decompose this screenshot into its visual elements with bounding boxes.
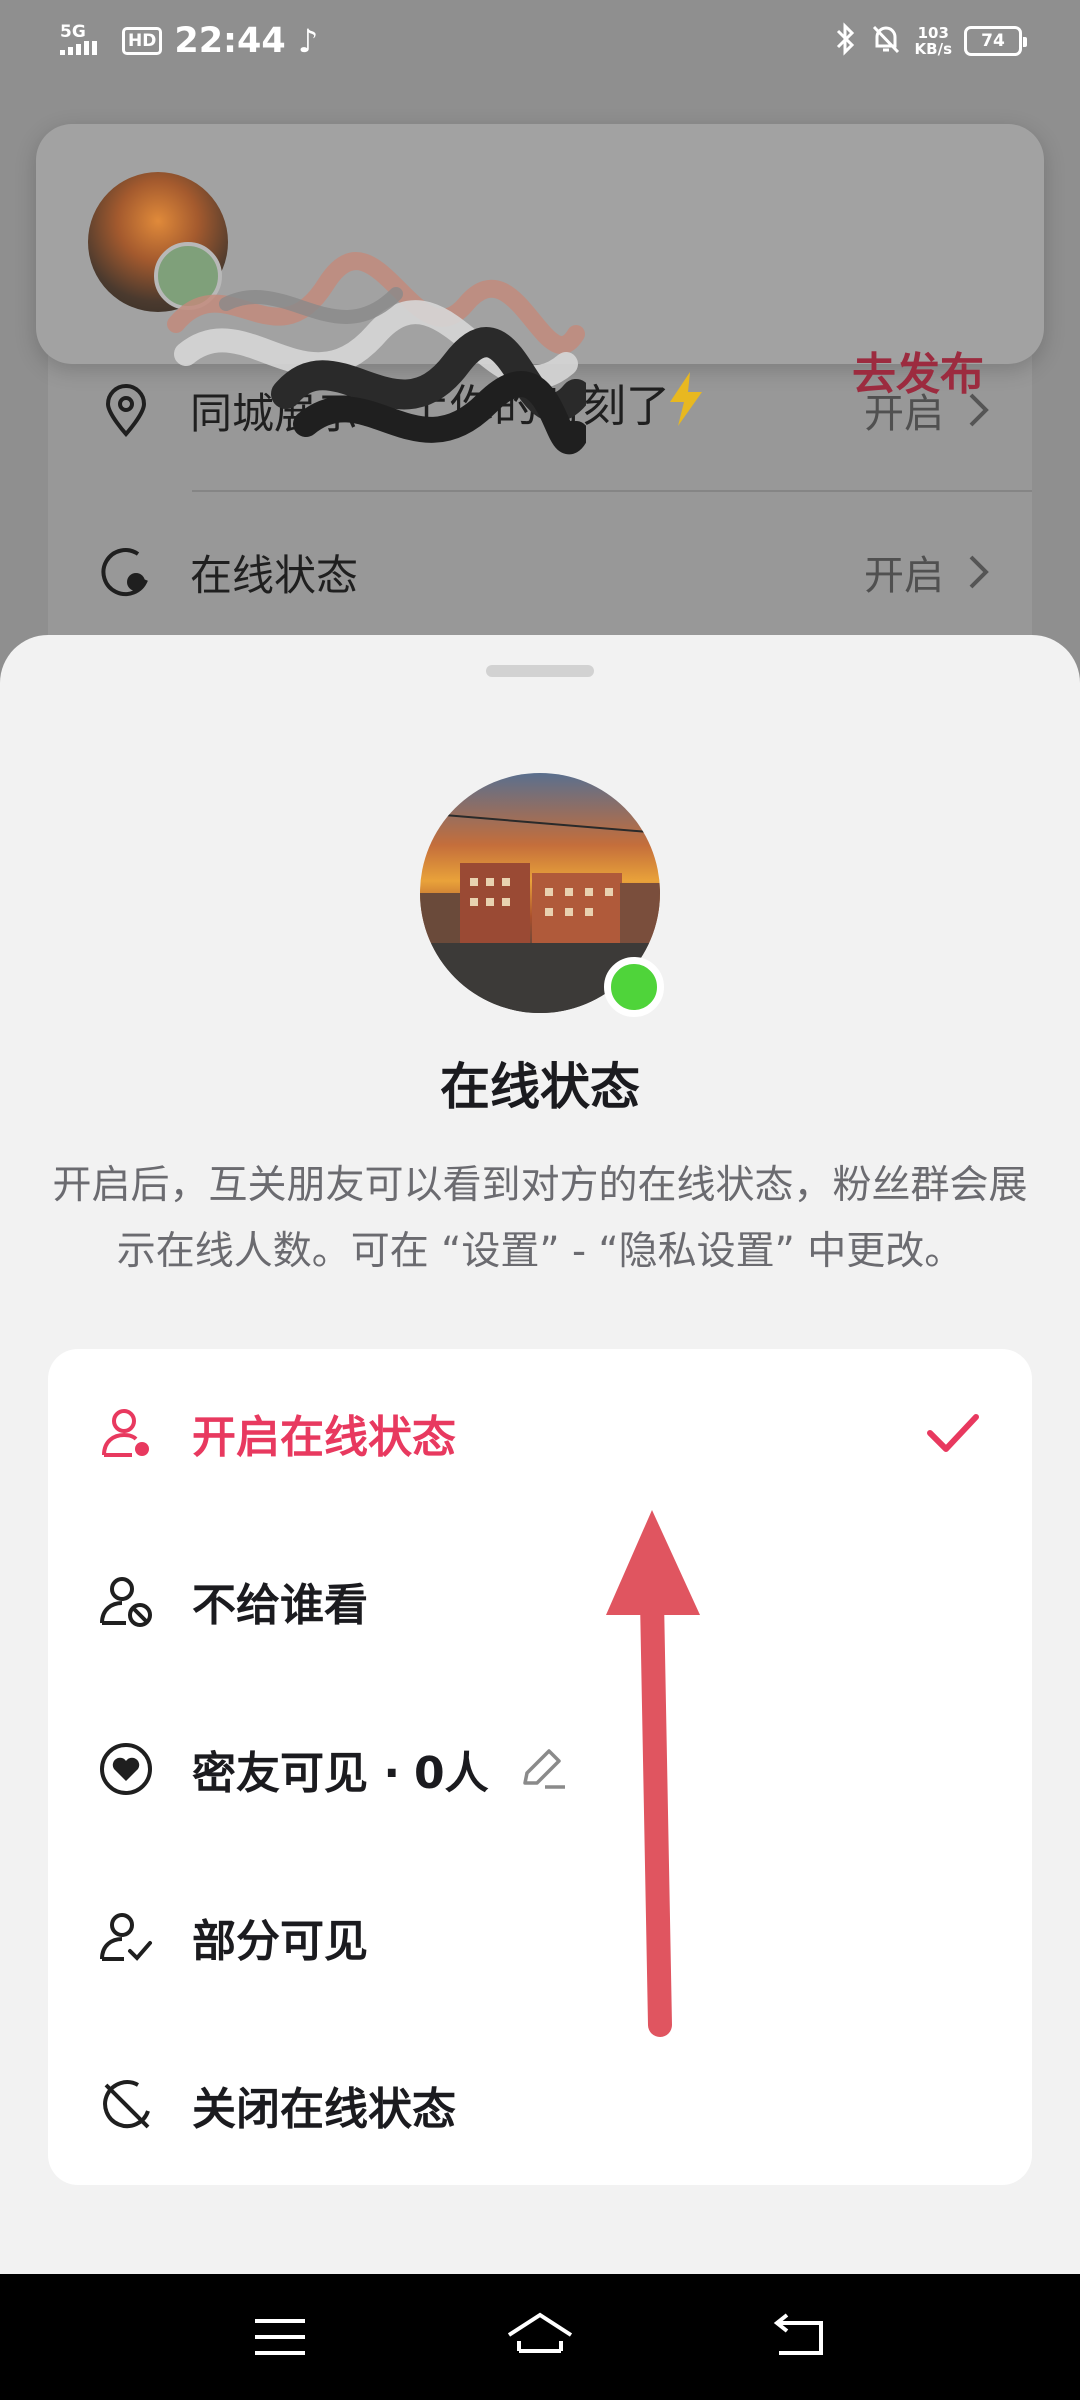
battery-level: 74 [981, 31, 1005, 51]
settings-row-value: 开启 [864, 553, 944, 599]
menu-icon[interactable] [245, 2307, 315, 2367]
location-pin-icon [105, 384, 147, 437]
option-hide-from[interactable]: 不给谁看 [48, 1517, 1032, 1685]
clock: 22:44 [174, 21, 286, 61]
online-off-icon [103, 2080, 150, 2129]
chevron-right-icon [969, 555, 989, 589]
online-status-icon [101, 548, 148, 597]
edit-pencil-icon[interactable] [517, 1743, 569, 1795]
option-enable-online-status[interactable]: 开启在线状态 [48, 1349, 1032, 1517]
option-label: 关闭在线状态 [192, 2084, 456, 2135]
online-status-sheet: 在线状态 开启后，互关朋友可以看到对方的在线状态，粉丝群会展示在线人数。可在 “… [0, 635, 1080, 2275]
heart-circle-icon [100, 1743, 152, 1795]
battery-icon: 74 [964, 26, 1027, 56]
publish-banner[interactable]: 上你的时刻了 去发布 [36, 124, 1044, 455]
person-check-icon [100, 1913, 152, 1961]
online-indicator [604, 957, 664, 1017]
settings-row-label: 在线状态 [190, 550, 359, 600]
net-speed: 103 KB/s [914, 24, 952, 58]
tiktok-icon: ♪ [297, 22, 319, 60]
hd-badge: HD [122, 27, 163, 55]
check-icon [927, 1414, 979, 1452]
mute-bell-icon [869, 22, 903, 60]
redaction-scribble [167, 252, 586, 455]
option-close-friends[interactable]: 密友可见 · 0人 [48, 1685, 1032, 1853]
sheet-description: 开启后，互关朋友可以看到对方的在线状态，粉丝群会展示在线人数。可在 “设置” -… [52, 1163, 1028, 1274]
option-label: 不给谁看 [192, 1580, 368, 1631]
close-friends-count: 0人 [414, 1748, 489, 1799]
option-label: 部分可见 [192, 1916, 368, 1967]
option-disable-online-status[interactable]: 关闭在线状态 [48, 2021, 1032, 2189]
option-partially-visible[interactable]: 部分可见 [48, 1853, 1032, 2021]
navigation-bar [0, 2274, 1080, 2400]
home-icon[interactable] [505, 2307, 575, 2367]
bluetooth-icon [835, 22, 857, 60]
options-list: 开启在线状态 不给谁看 密友可见 · 0人 部分可见 关闭在线状态 [48, 1349, 1032, 2185]
signal-icon: 5G [60, 21, 110, 59]
option-label: 开启在线状态 [192, 1412, 456, 1463]
person-blocked-icon [100, 1577, 152, 1627]
sheet-drag-handle[interactable] [486, 665, 594, 677]
publish-button[interactable]: 去发布 [852, 338, 984, 402]
option-label: 密友可见 · [192, 1748, 401, 1799]
settings-row-online-status[interactable]: 在线状态 开启 [48, 492, 1032, 652]
status-bar: 5G HD 22:44 ♪ 103 KB/s 74 [0, 0, 1080, 82]
person-online-icon [102, 1409, 149, 1457]
sheet-title: 在线状态 [440, 1058, 640, 1116]
network-type: 5G [60, 21, 86, 42]
back-icon[interactable] [765, 2307, 835, 2367]
lightning-icon [670, 372, 702, 426]
